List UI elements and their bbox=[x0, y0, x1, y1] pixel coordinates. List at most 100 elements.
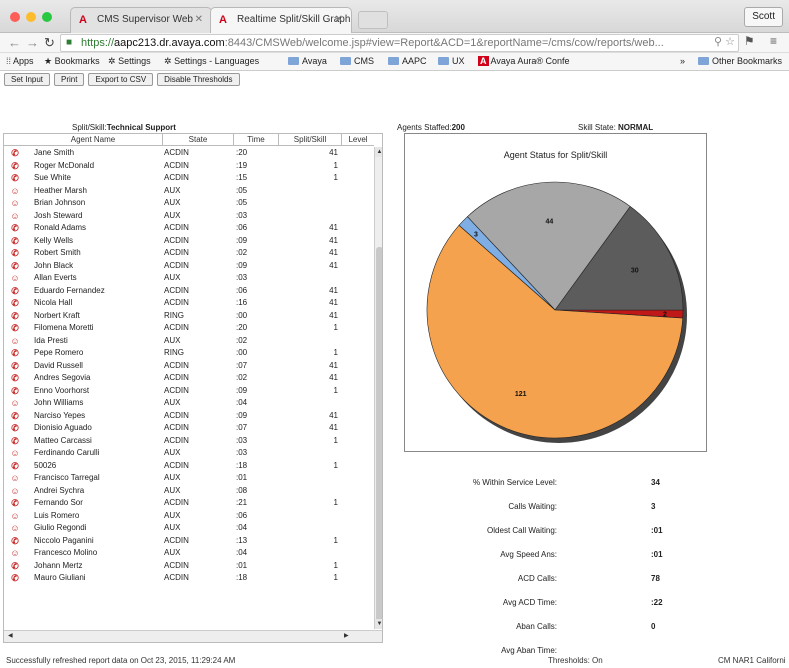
aux-person-icon: ☺ bbox=[10, 185, 20, 196]
minimize-window-icon[interactable] bbox=[26, 12, 36, 22]
table-row[interactable]: ☺ Giulio Regondi AUX:04 bbox=[4, 522, 374, 535]
bookmark-ux[interactable]: UX bbox=[438, 56, 465, 66]
split-skill-title: Split/Skill:Technical Support bbox=[72, 123, 176, 132]
table-row[interactable]: ✆ Eduardo Fernandez ACDIN:06 41 bbox=[4, 285, 374, 298]
scroll-down-icon[interactable]: ▼ bbox=[375, 619, 382, 629]
bookmark-avaya[interactable]: Avaya bbox=[288, 56, 327, 66]
table-row[interactable]: ☺ Ida Presti AUX:02 bbox=[4, 335, 374, 348]
table-row[interactable]: ☺ Andrei Sychra AUX:08 bbox=[4, 485, 374, 498]
tab-close-icon[interactable]: ✕ bbox=[335, 14, 343, 25]
metric-label: ACD Calls: bbox=[517, 574, 557, 583]
table-row[interactable]: ✆ Johann Mertz ACDIN:01 1 bbox=[4, 560, 374, 573]
table-row[interactable]: ✆ Mauro Giuliani ACDIN:18 1 bbox=[4, 572, 374, 585]
menu-icon[interactable]: ⚑ ≡ bbox=[744, 34, 783, 48]
state-cell: ACDIN bbox=[164, 560, 189, 570]
scroll-thumb[interactable] bbox=[376, 247, 382, 629]
bookmark-apps[interactable]: ⁞⁞ Apps bbox=[6, 56, 34, 66]
agent-name-cell: John Williams bbox=[34, 398, 84, 407]
scroll-left-icon[interactable]: ◀ bbox=[8, 632, 13, 639]
metric-value: 0 bbox=[651, 622, 656, 631]
table-row[interactable]: ✆ Matteo Carcassi ACDIN:03 1 bbox=[4, 435, 374, 448]
bookmark-label: Apps bbox=[13, 56, 34, 66]
export-csv-button[interactable]: Export to CSV bbox=[88, 73, 154, 86]
pie-chart: 230443121 bbox=[426, 181, 687, 443]
reload-icon[interactable]: ↻ bbox=[44, 35, 55, 51]
tab-cms-supervisor[interactable]: A CMS Supervisor Web ✕ bbox=[70, 7, 212, 33]
scroll-up-icon[interactable]: ▲ bbox=[375, 147, 382, 157]
new-tab-button[interactable] bbox=[358, 11, 388, 29]
zoom-window-icon[interactable] bbox=[42, 12, 52, 22]
table-row[interactable]: ✆ Robert Smith ACDIN:02 41 bbox=[4, 247, 374, 260]
col-agent-name[interactable]: Agent Name bbox=[24, 135, 162, 146]
table-row[interactable]: ✆ David Russell ACDIN:07 41 bbox=[4, 360, 374, 373]
back-icon[interactable]: ← bbox=[8, 35, 21, 50]
state-cell: AUX bbox=[164, 273, 181, 282]
table-row[interactable]: ✆ Dionisio Aguado ACDIN:07 41 bbox=[4, 422, 374, 435]
address-bar[interactable]: ■ https://aapc213.dr.avaya.com:8443/CMSW… bbox=[60, 34, 739, 52]
agent-name-cell: Andres Segovia bbox=[34, 373, 91, 382]
table-row[interactable]: ✆ Norbert Kraft RING:00 41 bbox=[4, 310, 374, 323]
table-row[interactable]: ✆ Narciso Yepes ACDIN:09 41 bbox=[4, 410, 374, 423]
bookmark-overflow[interactable]: » bbox=[680, 56, 685, 66]
bookmark-avaya-aura[interactable]: A Avaya Aura® Confe bbox=[478, 56, 570, 66]
table-row[interactable]: ☺ John Williams AUX:04 bbox=[4, 397, 374, 410]
table-row[interactable]: ✆ Sue White ACDIN:15 1 bbox=[4, 172, 374, 185]
agent-name-cell: 50026 bbox=[34, 460, 57, 470]
tab-realtime-graphic[interactable]: A Realtime Split/Skill Graphic ✕ bbox=[210, 7, 352, 33]
table-row[interactable]: ✆ Kelly Wells ACDIN:09 41 bbox=[4, 235, 374, 248]
bookmark-cms[interactable]: CMS bbox=[340, 56, 374, 66]
table-row[interactable]: ✆ Pepe Romero RING:00 1 bbox=[4, 347, 374, 360]
table-row[interactable]: ☺ Francesco Molino AUX:04 bbox=[4, 547, 374, 560]
table-row[interactable]: ✆ 50026 ACDIN:18 1 bbox=[4, 460, 374, 473]
table-row[interactable]: ✆ Ronald Adams ACDIN:06 41 bbox=[4, 222, 374, 235]
metric-row: ACD Calls: 78 bbox=[404, 574, 707, 586]
table-row[interactable]: ☺ Brian Johnson AUX:05 bbox=[4, 197, 374, 210]
disable-thresholds-button[interactable]: Disable Thresholds bbox=[157, 73, 240, 86]
bookmark-settings[interactable]: ✲ Settings bbox=[108, 56, 151, 67]
bookmark-other[interactable]: Other Bookmarks bbox=[698, 56, 782, 66]
set-input-button[interactable]: Set Input bbox=[4, 73, 51, 86]
table-row[interactable]: ☺ Josh Steward AUX:03 bbox=[4, 210, 374, 223]
tab-close-icon[interactable]: ✕ bbox=[195, 14, 203, 25]
table-row[interactable]: ☺ Francisco Tarregal AUX:01 bbox=[4, 472, 374, 485]
horizontal-scrollbar[interactable]: ◀ ▶ bbox=[4, 630, 382, 642]
scroll-right-icon[interactable]: ▶ bbox=[344, 632, 349, 639]
table-row[interactable]: ✆ Niccolo Paganini ACDIN:13 1 bbox=[4, 535, 374, 548]
table-row[interactable]: ☺ Allan Everts AUX:03 bbox=[4, 272, 374, 285]
time-cell: :09 bbox=[236, 410, 248, 420]
agent-table: Agent Name State Time Split/Skill Level … bbox=[3, 133, 383, 643]
forward-icon[interactable]: → bbox=[26, 35, 39, 50]
agents-staffed-label: Agents Staffed: bbox=[397, 123, 452, 132]
vertical-scrollbar[interactable]: ▲ ▼ bbox=[374, 147, 382, 629]
table-row[interactable]: ✆ Nicola Hall ACDIN:16 41 bbox=[4, 297, 374, 310]
table-row[interactable]: ✆ Andres Segovia ACDIN:02 41 bbox=[4, 372, 374, 385]
agent-name-cell: Narciso Yepes bbox=[34, 410, 86, 420]
state-cell: ACDIN bbox=[164, 260, 189, 270]
col-level[interactable]: Level bbox=[342, 135, 374, 146]
table-row[interactable]: ✆ John Black ACDIN:09 41 bbox=[4, 260, 374, 273]
table-row[interactable]: ✆ Fernando Sor ACDIN:21 1 bbox=[4, 497, 374, 510]
col-state[interactable]: State bbox=[163, 135, 233, 146]
agent-name-cell: Ronald Adams bbox=[34, 223, 87, 232]
bookmark-settings-languages[interactable]: ✲ Settings - Languages bbox=[164, 56, 259, 67]
agent-name-cell: Giulio Regondi bbox=[34, 523, 87, 532]
table-row[interactable]: ✆ Roger McDonald ACDIN:19 1 bbox=[4, 160, 374, 173]
table-row[interactable]: ☺ Luis Romero AUX:06 bbox=[4, 510, 374, 523]
print-button[interactable]: Print bbox=[54, 73, 85, 86]
table-row[interactable]: ✆ Filomena Moretti ACDIN:20 1 bbox=[4, 322, 374, 335]
bookmark-bookmarks[interactable]: ★ Bookmarks bbox=[44, 56, 100, 67]
bookmark-label: AAPC bbox=[402, 56, 427, 66]
table-row[interactable]: ✆ Jane Smith ACDIN:20 41 bbox=[4, 147, 374, 160]
profile-button[interactable]: Scott bbox=[744, 7, 783, 27]
col-split-skill[interactable]: Split/Skill bbox=[279, 135, 341, 146]
table-row[interactable]: ☺ Ferdinando Carulli AUX:03 bbox=[4, 447, 374, 460]
search-icon[interactable]: ⚲ ☆ bbox=[714, 35, 735, 48]
col-time[interactable]: Time bbox=[234, 135, 278, 146]
window-controls bbox=[10, 12, 52, 22]
table-row[interactable]: ✆ Enno Voorhorst ACDIN:09 1 bbox=[4, 385, 374, 398]
pie-label: 30 bbox=[631, 267, 639, 274]
aux-person-icon: ☺ bbox=[10, 273, 20, 283]
table-row[interactable]: ☺ Heather Marsh AUX:05 bbox=[4, 185, 374, 198]
close-window-icon[interactable] bbox=[10, 12, 20, 22]
bookmark-aapc[interactable]: AAPC bbox=[388, 56, 427, 66]
